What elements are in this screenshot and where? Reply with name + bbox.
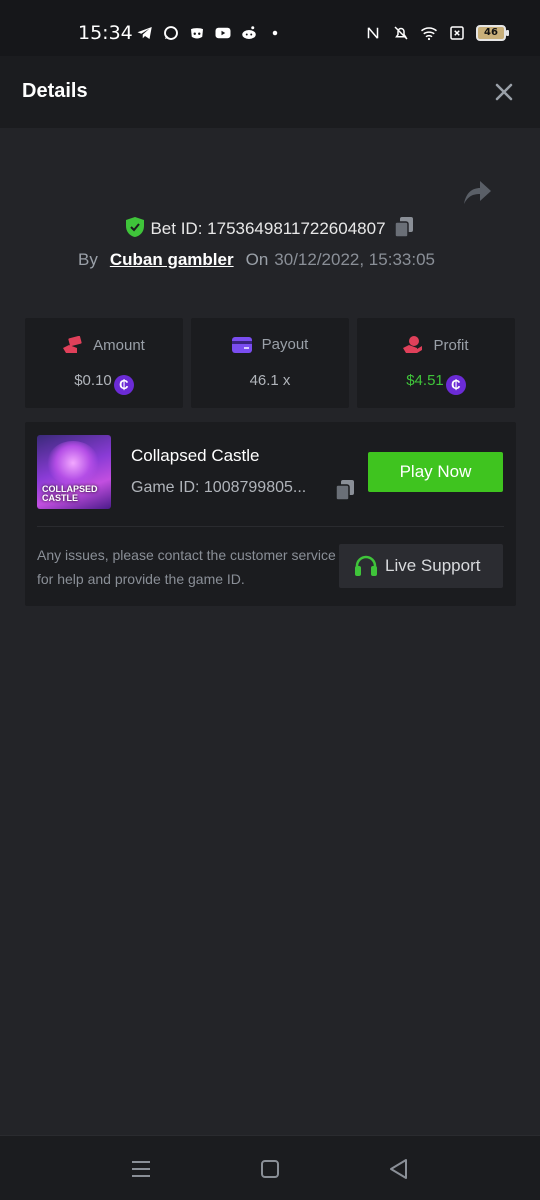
payout-value: 46.1 x (249, 372, 291, 389)
profit-value-row: $4.51 ₵ (357, 372, 515, 395)
youtube-icon (215, 27, 231, 39)
hand-coin-icon (403, 336, 423, 353)
status-bar: 15:34 46 (0, 0, 540, 56)
bet-date: 30/12/2022, 15:33:05 (274, 250, 435, 269)
payout-header: Payout (191, 336, 349, 353)
whatsapp-icon (164, 26, 178, 40)
page-title: Details (22, 80, 88, 102)
divider (37, 526, 504, 527)
live-support-button[interactable]: Live Support (339, 544, 503, 588)
bet-meta-row: By Cuban gambler On 30/12/2022, 15:33:05 (78, 250, 435, 270)
play-now-button[interactable]: Play Now (368, 452, 503, 492)
username-link[interactable]: Cuban gambler (110, 250, 234, 269)
bell-off-icon (394, 26, 408, 40)
game-id: Game ID: 1008799805... (131, 479, 307, 496)
status-left-icons (136, 24, 284, 42)
copy-game-id-icon[interactable] (335, 479, 355, 501)
shield-check-icon (126, 217, 145, 237)
amount-header: Amount (25, 335, 183, 354)
amount-value: $0.10 (74, 372, 112, 389)
payout-label: Payout (261, 336, 309, 353)
copy-bet-id-icon[interactable] (393, 216, 414, 238)
help-text: Any issues, please contact the customer … (37, 547, 336, 587)
home-icon[interactable] (258, 1157, 282, 1181)
wifi-icon (421, 27, 437, 41)
amount-card: Amount $0.10 ₵ (25, 318, 183, 408)
share-icon[interactable] (462, 178, 492, 206)
bet-id: Bet ID: 1753649811722604807 (150, 219, 386, 238)
card-icon (231, 337, 252, 353)
close-icon[interactable] (492, 80, 516, 104)
headset-icon (355, 555, 377, 576)
game-name: Collapsed Castle (131, 446, 260, 465)
bet-id-row: Bet ID: 1753649811722604807 (0, 216, 540, 239)
back-icon[interactable] (387, 1157, 411, 1181)
amount-value-row: $0.10 ₵ (25, 372, 183, 395)
profit-card: Profit $4.51 ₵ (357, 318, 515, 408)
battery-icon: 46 (476, 25, 509, 41)
dot-icon (272, 30, 278, 36)
amount-label: Amount (93, 337, 145, 354)
live-support-label: Live Support (385, 556, 481, 575)
discord-icon (191, 28, 203, 39)
menu-icon[interactable] (129, 1157, 153, 1181)
thumbnail-art (47, 441, 99, 485)
system-nav-bar (0, 1135, 540, 1200)
on-label: On (245, 250, 269, 269)
status-right-icons: 46 (364, 24, 509, 42)
thumbnail-logo: COLLAPSED CASTLE (42, 484, 98, 503)
nfc-icon (367, 27, 379, 39)
sim-x-icon (450, 26, 464, 40)
reddit-icon (242, 26, 256, 39)
coin-icon: ₵ (113, 375, 134, 395)
details-header: Details (0, 56, 540, 128)
payout-card: Payout 46.1 x (191, 318, 349, 408)
profit-header: Profit (357, 336, 515, 354)
profit-value: $4.51 (406, 372, 444, 389)
game-card: COLLAPSED CASTLE Collapsed Castle Game I… (25, 422, 516, 606)
telegram-icon (137, 27, 152, 39)
by-label: By (78, 250, 98, 269)
game-thumbnail[interactable]: COLLAPSED CASTLE (37, 435, 111, 509)
hand-money-icon (63, 335, 82, 353)
profit-label: Profit (433, 337, 469, 354)
status-time: 15:34 (78, 22, 133, 44)
coin-icon: ₵ (445, 375, 466, 395)
